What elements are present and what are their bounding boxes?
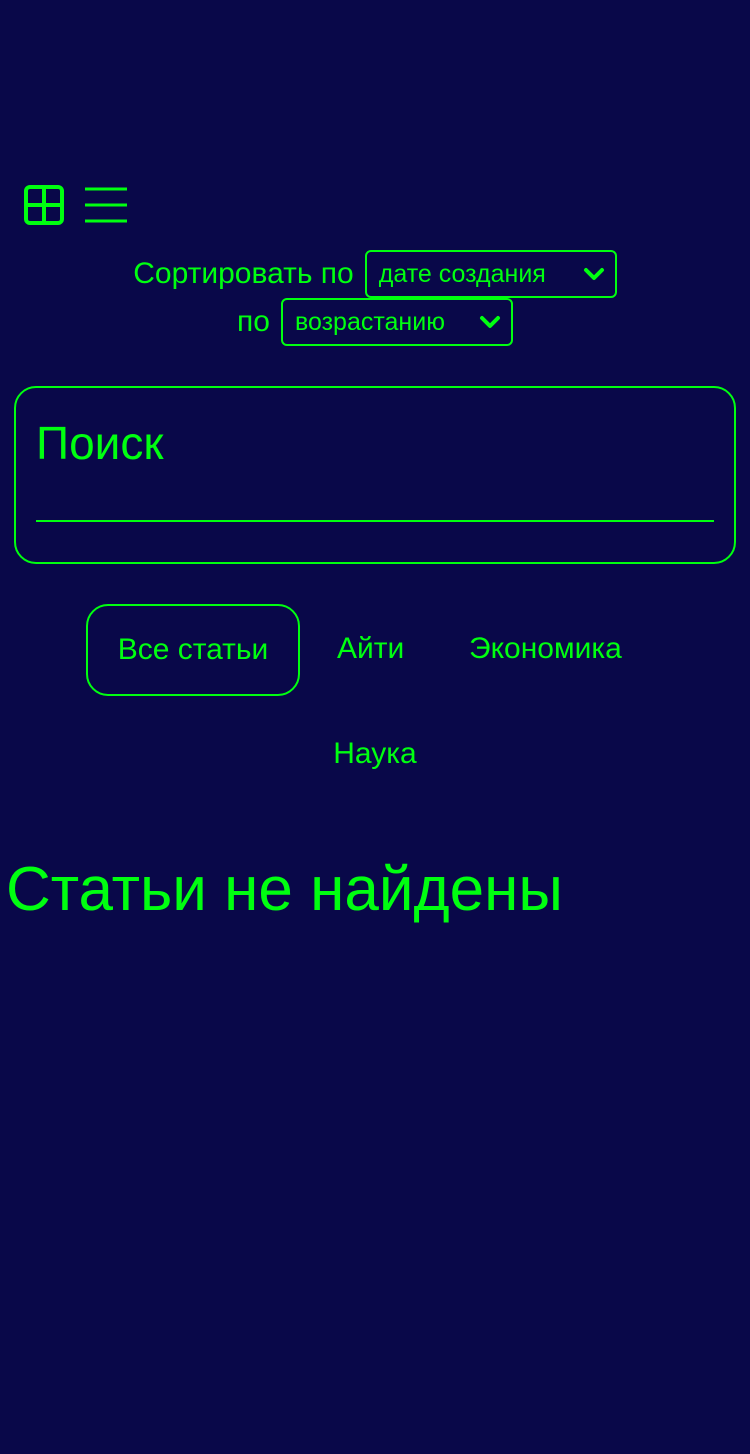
tab-science[interactable]: Наука (0, 739, 750, 769)
sort-order-label: по (237, 305, 270, 338)
sort-field-value: дате создания (378, 259, 546, 288)
chevron-down-icon (479, 316, 500, 328)
sort-field-row: Сортировать по дате создания (0, 250, 750, 298)
chevron-down-icon (583, 268, 604, 280)
view-toggle (22, 183, 128, 227)
search-input[interactable] (36, 408, 714, 522)
sort-label: Сортировать по (133, 257, 354, 290)
tab-it[interactable]: Айти (337, 634, 404, 664)
sort-order-value: возрастанию (294, 307, 445, 336)
grid-view-button[interactable] (22, 183, 66, 227)
tab-all-articles[interactable]: Все статьи (86, 604, 300, 696)
grid-icon (24, 185, 64, 225)
sort-field-select[interactable]: дате создания (364, 250, 617, 298)
list-icon (85, 187, 127, 223)
sort-order-select[interactable]: возрастанию (280, 298, 513, 346)
search-card (14, 386, 736, 564)
empty-state-message: Статьи не найдены (6, 855, 563, 924)
tab-economics[interactable]: Экономика (469, 634, 622, 664)
sort-order-row: по возрастанию (0, 298, 750, 346)
list-view-button[interactable] (84, 183, 128, 227)
